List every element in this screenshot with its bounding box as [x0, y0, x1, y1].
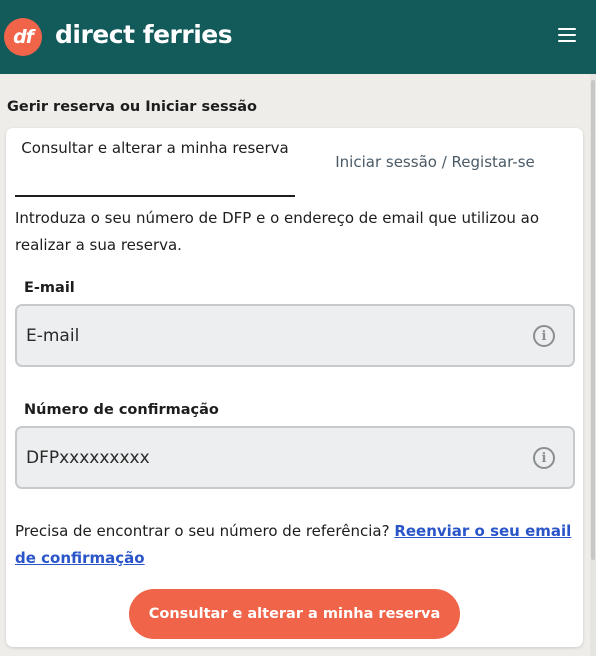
submit-button[interactable]: Consultar e alterar a minha reserva [129, 589, 460, 639]
tab-login-register[interactable]: Iniciar sessão / Registar-se [295, 136, 575, 197]
email-label: E-mail [24, 280, 75, 296]
menu-bar [558, 28, 576, 30]
confirmation-number-label: Número de confirmação [24, 402, 219, 418]
info-icon[interactable]: i [533, 447, 555, 469]
email-field[interactable] [26, 306, 516, 365]
site-header: df direct ferries [0, 0, 596, 74]
menu-bar [558, 34, 576, 36]
help-text: Precisa de encontrar o seu número de ref… [15, 518, 575, 572]
brand-name[interactable]: direct ferries [55, 20, 233, 49]
hamburger-menu-icon[interactable] [558, 28, 576, 44]
confirmation-number-field[interactable] [26, 428, 516, 487]
email-field-wrapper: i [15, 304, 575, 367]
confirmation-field-wrapper: i [15, 426, 575, 489]
direct-ferries-logo[interactable]: df [4, 18, 42, 56]
page-title: Gerir reserva ou Iniciar sessão [7, 99, 257, 115]
info-icon[interactable]: i [533, 325, 555, 347]
manage-booking-card: Consultar e alterar a minha reserva Inic… [6, 128, 583, 647]
menu-bar [558, 40, 576, 42]
tab-manage-booking[interactable]: Consultar e alterar a minha reserva [15, 136, 295, 197]
help-question: Precisa de encontrar o seu número de ref… [15, 522, 390, 540]
scrollbar-thumb[interactable] [591, 80, 595, 560]
intro-text: Introduza o seu número de DFP e o endere… [15, 209, 540, 254]
